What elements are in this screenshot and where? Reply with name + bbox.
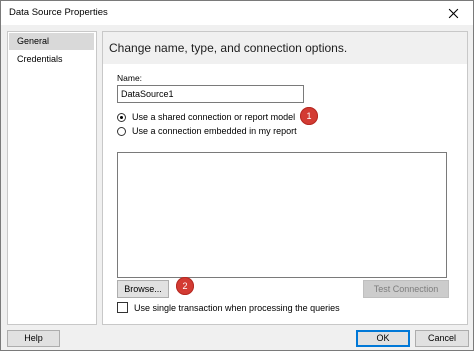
sidebar-item-label: General — [17, 36, 50, 46]
single-transaction-checkbox[interactable] — [117, 302, 128, 313]
radio-button-checked[interactable] — [117, 112, 126, 122]
radio-embedded-connection[interactable]: Use a connection embedded in my report — [117, 126, 297, 136]
name-label: Name: — [117, 73, 143, 83]
ok-button[interactable]: OK — [356, 330, 410, 347]
radio-label: Use a connection embedded in my report — [132, 126, 297, 136]
panel-header-text: Change name, type, and connection option… — [109, 41, 348, 55]
radio-shared-connection[interactable]: Use a shared connection or report model — [117, 112, 295, 122]
main-panel: Change name, type, and connection option… — [102, 31, 468, 325]
sidebar-item-credentials[interactable]: Credentials — [9, 51, 94, 68]
radio-label: Use a shared connection or report model — [132, 112, 296, 122]
single-transaction-option[interactable]: Use single transaction when processing t… — [117, 302, 340, 313]
cancel-button[interactable]: Cancel — [415, 330, 469, 347]
connection-list-box[interactable] — [117, 152, 447, 278]
annotation-badge-1: 1 — [300, 107, 318, 125]
single-transaction-label: Use single transaction when processing t… — [134, 302, 340, 313]
sidebar-item-general[interactable]: General — [9, 33, 94, 50]
test-connection-button[interactable]: Test Connection — [363, 280, 449, 298]
name-input[interactable]: DataSource1 — [117, 85, 304, 103]
browse-button[interactable]: Browse... — [117, 280, 169, 298]
radio-button[interactable] — [117, 126, 126, 136]
sidebar: General Credentials — [7, 31, 97, 325]
annotation-badge-2: 2 — [176, 277, 194, 295]
close-icon — [448, 8, 458, 18]
dialog-window: Data Source Properties General Credentia… — [0, 0, 474, 351]
panel-header: Change name, type, and connection option… — [103, 32, 467, 64]
window-title: Data Source Properties — [9, 7, 108, 18]
help-button[interactable]: Help — [7, 330, 60, 347]
sidebar-item-label: Credentials — [17, 54, 63, 64]
close-button[interactable] — [433, 1, 473, 25]
title-bar: Data Source Properties — [1, 1, 473, 25]
